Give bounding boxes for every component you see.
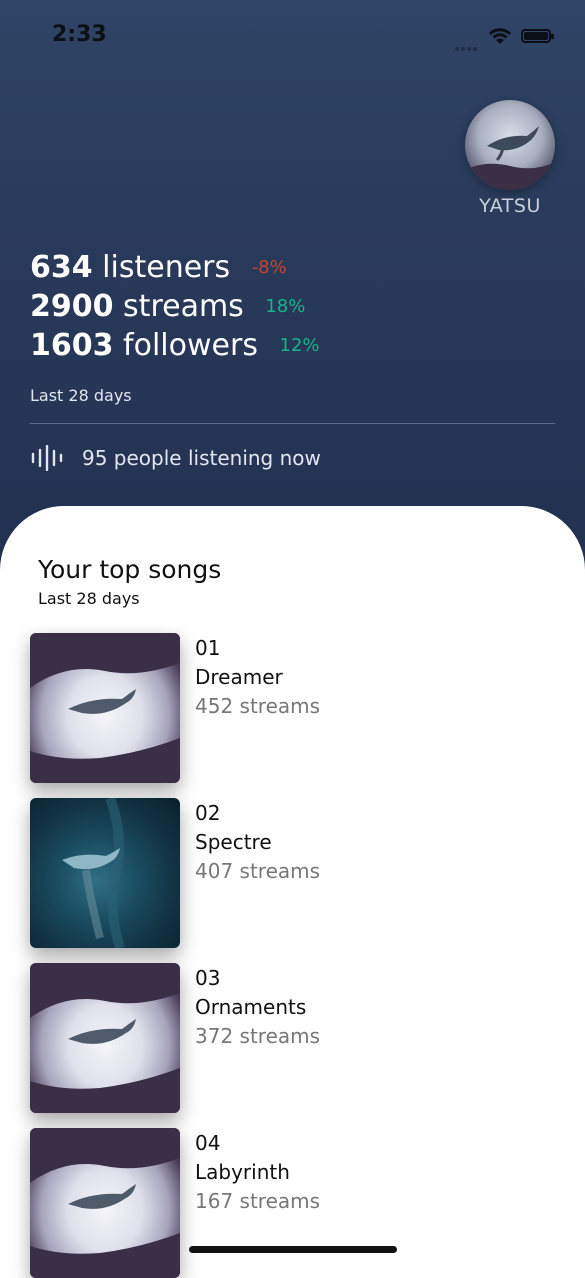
artist-name: YATSU <box>479 195 541 217</box>
whale-clouds-art-icon <box>30 633 180 783</box>
wifi-icon <box>488 28 512 44</box>
stat-label: listeners <box>102 250 231 285</box>
song-rank: 01 <box>195 636 221 660</box>
home-indicator[interactable] <box>189 1246 397 1253</box>
song-item[interactable]: 01 Dreamer 452 streams <box>30 633 550 783</box>
stats-period: Last 28 days <box>30 386 132 405</box>
song-cover <box>30 633 180 783</box>
live-listeners: 95 people listening now <box>82 446 321 470</box>
stat-label: streams <box>123 289 244 324</box>
artist-avatar[interactable] <box>465 100 555 190</box>
song-title: Dreamer <box>195 665 283 689</box>
stat-followers: 1603 followers 12% <box>30 328 320 363</box>
stat-change: 12% <box>279 335 320 356</box>
stat-change: -8% <box>251 257 287 278</box>
top-songs-period: Last 28 days <box>38 589 140 608</box>
stat-change: 18% <box>265 296 306 317</box>
stat-label: followers <box>123 328 258 363</box>
song-item[interactable]: 04 Labyrinth 167 streams <box>30 1128 550 1278</box>
audio-wave-icon <box>31 445 63 471</box>
stat-listeners: 634 listeners -8% <box>30 250 287 285</box>
song-title: Spectre <box>195 830 272 854</box>
whale-avatar-icon <box>465 126 555 190</box>
song-streams: 167 streams <box>195 1189 321 1213</box>
top-songs-title: Your top songs <box>38 555 222 584</box>
whale-underwater-art-icon <box>62 798 125 948</box>
stat-streams: 2900 streams 18% <box>30 289 305 324</box>
song-streams: 407 streams <box>195 859 321 883</box>
whale-clouds-art-icon <box>30 963 180 1113</box>
song-cover <box>30 963 180 1113</box>
song-cover <box>30 798 180 948</box>
status-time: 2:33 <box>52 22 107 47</box>
song-rank: 04 <box>195 1131 221 1155</box>
stat-value: 1603 <box>30 328 114 363</box>
song-streams: 372 streams <box>195 1024 321 1048</box>
stat-value: 634 <box>30 250 93 285</box>
song-rank: 03 <box>195 966 221 990</box>
divider <box>30 423 555 424</box>
song-item[interactable]: 02 Spectre 407 streams <box>30 798 550 948</box>
song-rank: 02 <box>195 801 221 825</box>
signal-icon <box>455 36 483 51</box>
song-title: Labyrinth <box>195 1160 290 1184</box>
song-item[interactable]: 03 Ornaments 372 streams <box>30 963 550 1113</box>
song-cover <box>30 1128 180 1278</box>
song-title: Ornaments <box>195 995 307 1019</box>
battery-icon <box>521 29 554 43</box>
song-streams: 452 streams <box>195 694 321 718</box>
whale-clouds-art-icon <box>30 1128 180 1278</box>
stat-value: 2900 <box>30 289 114 324</box>
